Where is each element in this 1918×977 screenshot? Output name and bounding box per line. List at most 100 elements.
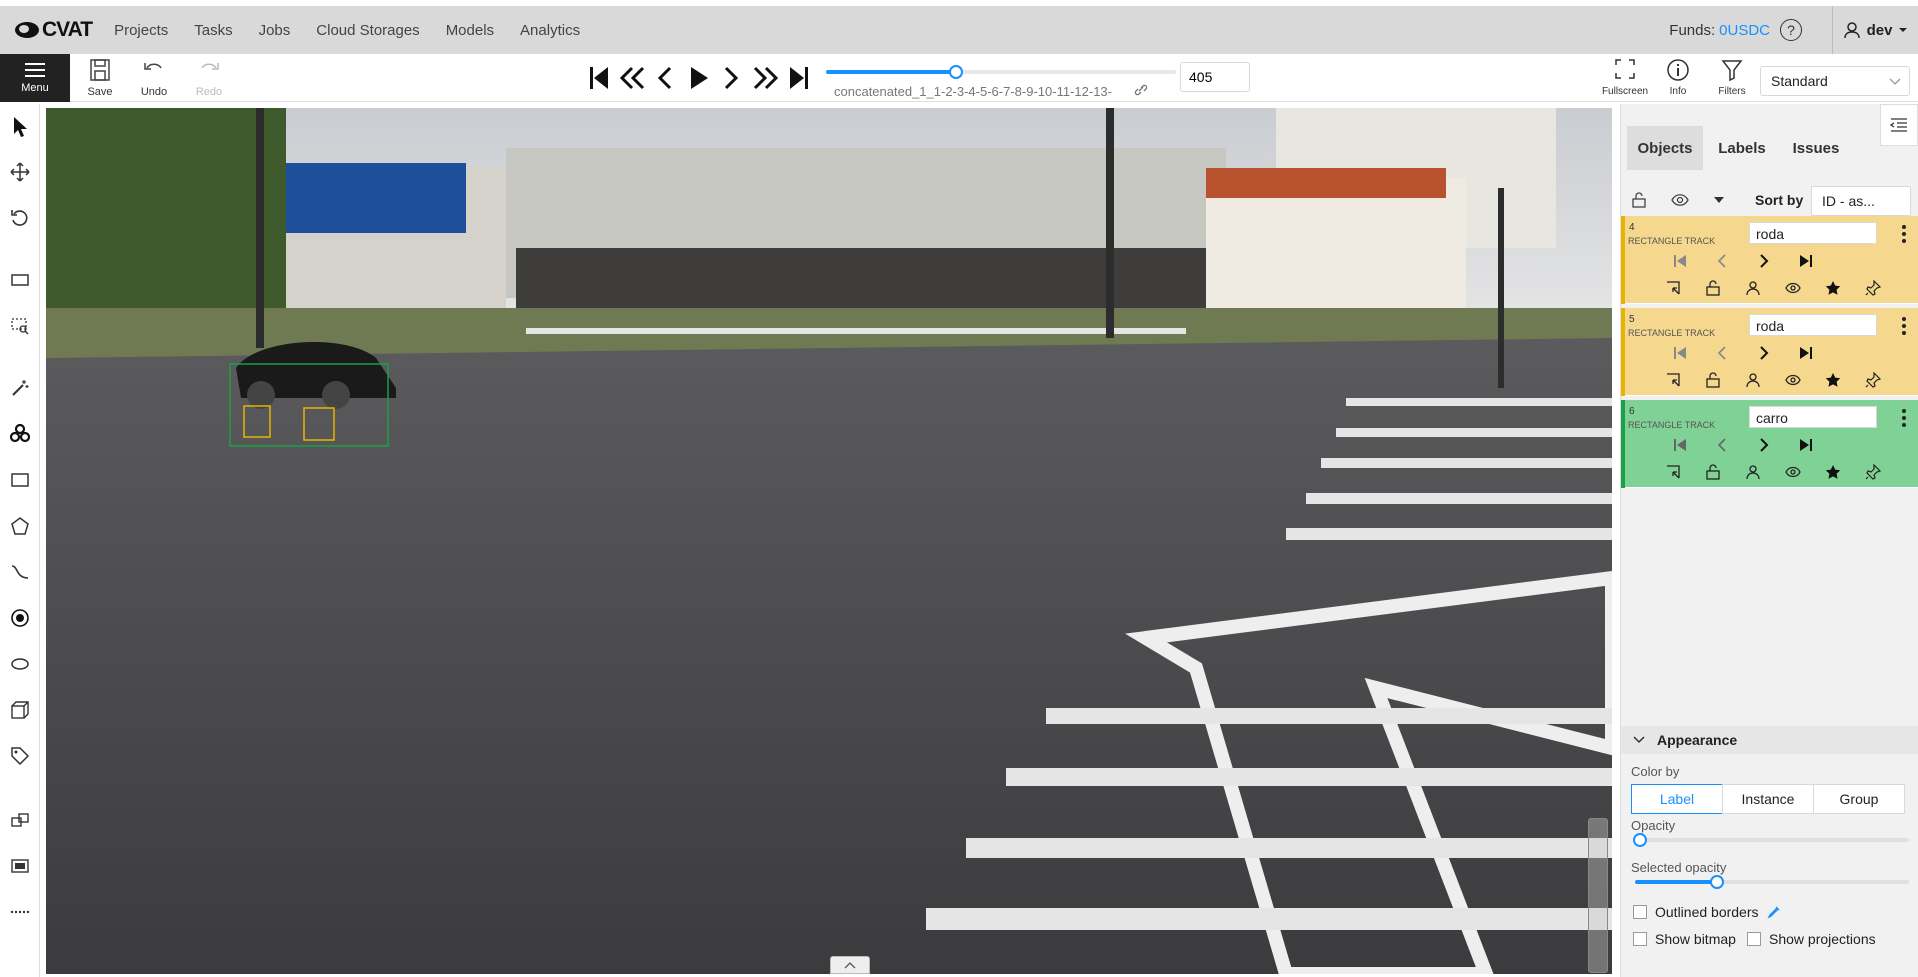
tag-tool[interactable]	[8, 744, 32, 768]
link-icon[interactable]	[1134, 84, 1148, 96]
prev-keyframe-icon[interactable]	[1715, 438, 1729, 452]
pin-icon[interactable]	[1865, 464, 1881, 480]
ai-tools[interactable]	[8, 422, 32, 446]
show-bitmap-checkbox[interactable]	[1633, 932, 1647, 946]
object-label-select[interactable]: roda	[1749, 314, 1877, 336]
user-menu[interactable]: dev	[1832, 6, 1918, 54]
more-vertical-icon[interactable]	[1901, 224, 1907, 244]
first-keyframe-icon[interactable]	[1673, 438, 1687, 452]
lock-icon[interactable]	[1705, 372, 1721, 388]
eye-all-icon[interactable]	[1671, 193, 1689, 207]
star-icon[interactable]	[1825, 372, 1841, 388]
color-by-group-option[interactable]: Group	[1813, 784, 1905, 814]
caret-down-icon[interactable]	[1713, 195, 1725, 205]
first-frame-button[interactable]	[588, 64, 610, 92]
fullscreen-button[interactable]: Fullscreen	[1602, 58, 1648, 97]
expand-panel-button[interactable]	[830, 956, 870, 974]
more-vertical-icon[interactable]	[1901, 316, 1907, 336]
object-item[interactable]: 5 RECTANGLE TRACK roda	[1621, 308, 1918, 396]
lock-icon[interactable]	[1705, 280, 1721, 296]
ellipse-tool[interactable]	[8, 652, 32, 676]
star-icon[interactable]	[1825, 280, 1841, 296]
roda-bounding-box-5[interactable]	[303, 407, 335, 441]
eye-icon[interactable]	[1785, 280, 1801, 296]
tab-labels[interactable]: Labels	[1707, 126, 1777, 170]
occluded-icon[interactable]	[1745, 464, 1761, 480]
sort-select[interactable]: ID - as...	[1811, 186, 1911, 216]
object-item[interactable]: 4 RECTANGLE TRACK roda	[1621, 216, 1918, 304]
nav-cloud-storages[interactable]: Cloud Storages	[316, 22, 419, 39]
eye-icon[interactable]	[1785, 464, 1801, 480]
prev-frame-button[interactable]	[656, 64, 674, 92]
eye-icon[interactable]	[1785, 372, 1801, 388]
play-button[interactable]	[688, 64, 710, 92]
selected-opacity-slider[interactable]	[1635, 875, 1909, 889]
nav-jobs[interactable]: Jobs	[259, 22, 291, 39]
fast-forward-button[interactable]	[752, 64, 780, 92]
redo-button[interactable]: Redo	[187, 58, 231, 98]
object-label-select[interactable]: carro	[1749, 406, 1877, 428]
save-button[interactable]: Save	[78, 58, 122, 98]
nav-tasks[interactable]: Tasks	[194, 22, 232, 39]
outside-icon[interactable]	[1665, 280, 1681, 296]
object-label-select[interactable]: roda	[1749, 222, 1877, 244]
funds-amount[interactable]: 0USDC	[1719, 22, 1770, 39]
rectangle-tool[interactable]	[8, 468, 32, 492]
selected-opacity-slider-handle[interactable]	[1710, 875, 1725, 889]
last-frame-button[interactable]	[788, 64, 810, 92]
outside-icon[interactable]	[1665, 464, 1681, 480]
cursor-tool[interactable]	[8, 114, 32, 138]
first-keyframe-icon[interactable]	[1673, 346, 1687, 360]
color-by-instance-option[interactable]: Instance	[1722, 784, 1814, 814]
nav-analytics[interactable]: Analytics	[520, 22, 580, 39]
collapse-sidebar-button[interactable]	[1880, 104, 1918, 146]
last-keyframe-icon[interactable]	[1799, 346, 1813, 360]
merge-tool[interactable]	[8, 808, 32, 832]
next-frame-button[interactable]	[722, 64, 740, 92]
next-keyframe-icon[interactable]	[1757, 438, 1771, 452]
nav-models[interactable]: Models	[446, 22, 494, 39]
zoom-region-tool[interactable]	[8, 314, 32, 338]
cuboid-tool[interactable]	[8, 698, 32, 722]
help-icon[interactable]: ?	[1780, 19, 1802, 41]
next-keyframe-icon[interactable]	[1757, 254, 1771, 268]
workspace-select[interactable]: Standard	[1760, 66, 1910, 96]
lock-icon[interactable]	[1705, 464, 1721, 480]
color-by-label-option[interactable]: Label	[1631, 784, 1723, 814]
appearance-header[interactable]: Appearance	[1621, 726, 1918, 754]
opacity-slider[interactable]	[1633, 833, 1909, 847]
frame-slider-handle[interactable]	[948, 65, 963, 79]
move-tool[interactable]	[8, 160, 32, 184]
cvat-logo[interactable]: CVAT	[14, 18, 93, 42]
next-keyframe-icon[interactable]	[1757, 346, 1771, 360]
pin-icon[interactable]	[1865, 280, 1881, 296]
show-projections-checkbox[interactable]	[1747, 932, 1761, 946]
carro-bounding-box[interactable]	[229, 363, 389, 447]
object-item[interactable]: 6 RECTANGLE TRACK carro	[1621, 400, 1918, 488]
info-button[interactable]: Info	[1656, 58, 1700, 97]
annotation-canvas[interactable]	[46, 108, 1612, 974]
frame-slider[interactable]	[826, 65, 1176, 79]
polyline-tool[interactable]	[8, 560, 32, 584]
polygon-tool[interactable]	[8, 514, 32, 538]
opacity-slider-handle[interactable]	[1633, 833, 1647, 847]
points-tool[interactable]	[8, 606, 32, 630]
last-keyframe-icon[interactable]	[1799, 254, 1813, 268]
tab-issues[interactable]: Issues	[1781, 126, 1851, 170]
rotate-tool[interactable]	[8, 206, 32, 230]
more-vertical-icon[interactable]	[1901, 408, 1907, 428]
prev-keyframe-icon[interactable]	[1715, 346, 1729, 360]
menu-button[interactable]: Menu	[0, 54, 70, 102]
lock-all-icon[interactable]	[1631, 192, 1647, 208]
canvas-zoom-bar[interactable]	[1588, 818, 1608, 973]
frame-number-input[interactable]	[1180, 62, 1250, 92]
occluded-icon[interactable]	[1745, 372, 1761, 388]
fast-backward-button[interactable]	[618, 64, 646, 92]
nav-projects[interactable]: Projects	[114, 22, 168, 39]
star-icon[interactable]	[1825, 464, 1841, 480]
tab-objects[interactable]: Objects	[1627, 126, 1703, 170]
last-keyframe-icon[interactable]	[1799, 438, 1813, 452]
pin-icon[interactable]	[1865, 372, 1881, 388]
fit-image-tool[interactable]	[8, 268, 32, 292]
occluded-icon[interactable]	[1745, 280, 1761, 296]
